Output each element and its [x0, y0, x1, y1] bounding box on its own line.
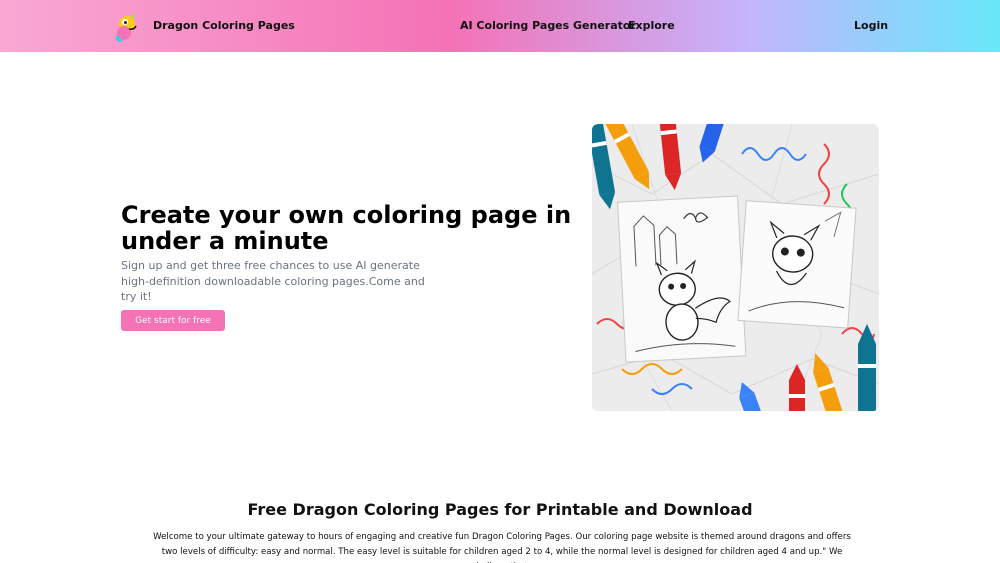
section-title: Free Dragon Coloring Pages for Printable…	[247, 500, 753, 519]
crayons-dragon-illustration	[592, 124, 879, 411]
section-body: Welcome to your ultimate gateway to hour…	[153, 532, 851, 563]
nav-login[interactable]: Login	[854, 19, 888, 32]
hero-coloring-image	[592, 124, 879, 411]
nav-explore[interactable]: Explore	[628, 19, 675, 32]
brand-name[interactable]: Dragon Coloring Pages	[153, 19, 295, 32]
get-started-button[interactable]: Get start for free	[121, 310, 225, 331]
header-bar: Dragon Coloring Pages AI Coloring Pages …	[0, 0, 1000, 52]
dragon-logo-icon[interactable]	[114, 12, 140, 42]
hero-subtitle: Sign up and get three free chances to us…	[121, 259, 425, 303]
hero-title: Create your own coloring page in under a…	[121, 201, 572, 255]
nav-ai-generator[interactable]: AI Coloring Pages Generator	[460, 19, 636, 32]
